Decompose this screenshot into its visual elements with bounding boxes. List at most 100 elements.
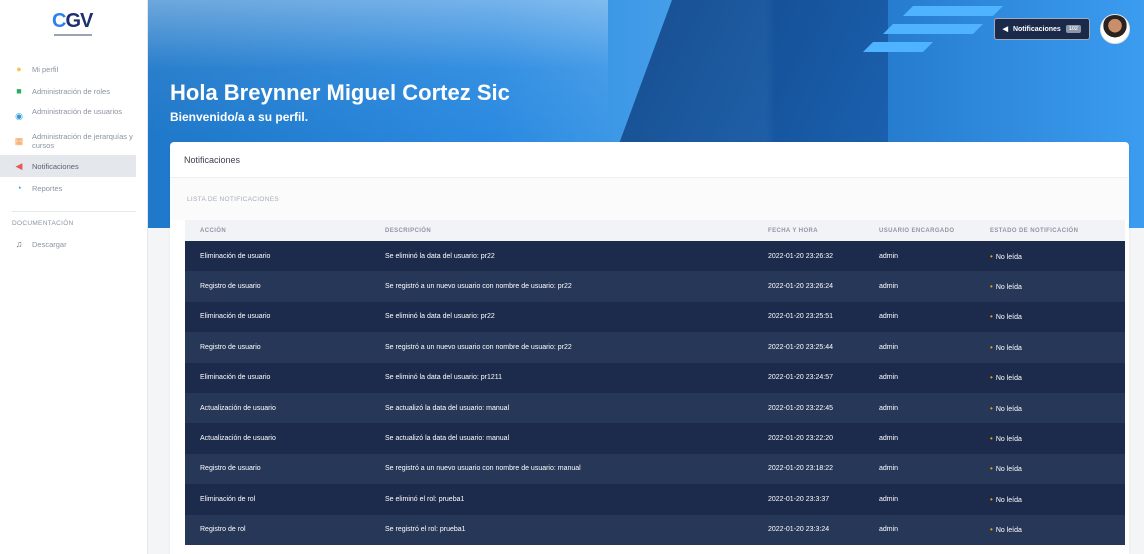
users-icon: ◉ (15, 111, 23, 121)
cell-usuario: admin (864, 453, 975, 485)
cell-fecha: 2022-01-20 23:3:37 (753, 484, 864, 515)
books-icon: ▦ (14, 136, 24, 146)
sidebar-item-descargar[interactable]: ♫ Descargar (12, 233, 136, 255)
chart-icon: ◔ (16, 183, 22, 193)
column-header-estado[interactable]: ESTADO DE NOTIFICACIÓN (975, 220, 1125, 241)
cell-descripcion: Se eliminó la data del usuario: pr22 (370, 301, 753, 333)
sidebar-item-usuarios[interactable]: ◉ Administración de usuarios (12, 102, 136, 127)
sidebar-item-reportes[interactable]: ◔ Reportes (12, 177, 136, 199)
cell-descripcion: Se eliminó el rol: prueba1 (370, 484, 753, 515)
notifications-label: Notificaciones (1012, 25, 1061, 33)
column-header-usuario[interactable]: USUARIO ENCARGADO (864, 220, 975, 241)
table-row[interactable]: Eliminación de usuario Se eliminó la data… (185, 301, 1125, 333)
sidebar-item-roles[interactable]: ■ Administración de roles (12, 80, 136, 102)
logo-mark: CGV (52, 10, 93, 32)
cell-descripcion: Se registró el rol: prueba1 (370, 514, 753, 545)
table-row[interactable]: Registro de usuario Se registró a un nuev… (185, 453, 1125, 485)
cell-usuario: admin (864, 514, 975, 545)
table-row[interactable]: Eliminación de rol Se eliminó el rol: pru… (185, 484, 1125, 515)
cell-accion: Registro de usuario (185, 453, 370, 485)
cell-estado: • No leída (975, 332, 1125, 363)
unread-dot-icon: • (990, 434, 993, 444)
status-badge: No leída (995, 284, 1022, 292)
cell-estado: • No leída (975, 514, 1125, 545)
page-subtitle: Bienvenido/a a su perfil. (170, 110, 309, 124)
cell-fecha: 2022-01-20 23:18:22 (753, 453, 864, 485)
cell-descripcion: Se actualizó la data del usuario: manual (370, 392, 753, 424)
cell-usuario: admin (864, 332, 975, 363)
table-header-row: ACCIÓN DESCRIPCIÓN FECHA Y HORA USUARIO … (185, 220, 1125, 241)
status-badge: No leída (995, 253, 1022, 261)
notifications-button[interactable]: ◀ Notificaciones 102 (993, 18, 1090, 40)
sidebar-divider (12, 211, 136, 212)
cell-fecha: 2022-01-20 23:24:57 (753, 362, 864, 393)
cell-estado: • No leída (975, 301, 1125, 333)
status-badge: No leída (995, 405, 1022, 413)
user-icon: ● (16, 64, 22, 74)
column-header-fecha[interactable]: FECHA Y HORA (753, 220, 864, 241)
cell-accion: Eliminación de usuario (185, 241, 370, 272)
list-section-title: LISTA DE NOTIFICACIONES (170, 178, 1129, 220)
logo-underline (54, 34, 92, 36)
page-title: Hola Breynner Miguel Cortez Sic (170, 80, 510, 105)
cell-estado: • No leída (975, 484, 1125, 515)
unread-dot-icon: • (990, 312, 993, 322)
sidebar-item-jerarquias[interactable]: ▦ Administración de jerarquías y cursos (12, 127, 136, 155)
table-row[interactable]: Registro de usuario Se registró a un nuev… (185, 271, 1125, 302)
table-row[interactable]: Registro de rol Se registró el rol: prueb… (185, 514, 1125, 545)
cell-estado: • No leída (975, 453, 1125, 485)
notifications-card: Notificaciones LISTA DE NOTIFICACIONES A… (170, 142, 1129, 554)
sidebar-item-label: Descargar (32, 239, 67, 249)
cell-fecha: 2022-01-20 23:25:44 (753, 332, 864, 363)
music-icon: ♫ (15, 239, 23, 249)
sidebar-item-label: Reportes (32, 183, 63, 193)
unread-dot-icon: • (990, 464, 993, 474)
unread-dot-icon: • (990, 282, 993, 292)
cell-fecha: 2022-01-20 23:26:32 (753, 241, 864, 272)
sidebar-item-label: Administración de usuarios (32, 107, 123, 116)
status-badge: No leída (995, 314, 1022, 322)
unread-dot-icon: • (990, 403, 993, 413)
table-row[interactable]: Eliminación de usuario Se eliminó la data… (185, 362, 1125, 393)
sidebar-section-title: DOCUMENTACIÓN (12, 220, 74, 227)
column-header-descripcion[interactable]: DESCRIPCIÓN (370, 220, 753, 241)
cell-fecha: 2022-01-20 23:22:45 (753, 392, 864, 424)
column-header-accion[interactable]: ACCIÓN (185, 220, 370, 241)
unread-dot-icon: • (990, 494, 993, 504)
table-row[interactable]: Actualización de usuario Se actualizó la … (185, 423, 1125, 454)
sidebar-item-notificaciones[interactable]: ◀ Notificaciones (0, 155, 136, 177)
app-logo[interactable]: CGV (52, 10, 96, 38)
status-badge: No leída (995, 466, 1022, 474)
status-badge: No leída (995, 436, 1022, 444)
unread-dot-icon: • (990, 251, 993, 261)
sidebar-item-mi-perfil[interactable]: ● Mi perfil (12, 58, 136, 80)
sidebar-nav: ● Mi perfil ■ Administración de roles ◉ … (0, 58, 136, 255)
roles-icon: ■ (16, 86, 22, 96)
sidebar-item-label: Notificaciones (32, 161, 79, 171)
status-badge: No leída (995, 344, 1022, 352)
cell-fecha: 2022-01-20 23:3:24 (753, 514, 864, 545)
cell-accion: Eliminación de rol (185, 484, 370, 515)
avatar[interactable] (1100, 14, 1130, 44)
cell-accion: Registro de usuario (185, 271, 370, 302)
cell-accion: Registro de usuario (185, 332, 370, 363)
cell-descripcion: Se registró a un nuevo usuario con nombr… (370, 271, 753, 302)
cell-fecha: 2022-01-20 23:26:24 (753, 271, 864, 302)
hero-stripe (903, 6, 1003, 16)
table-row[interactable]: Actualización de usuario Se actualizó la … (185, 392, 1125, 424)
cell-descripcion: Se registró a un nuevo usuario con nombr… (370, 332, 753, 363)
sidebar-item-label: Mi perfil (32, 64, 59, 74)
cell-estado: • No leída (975, 271, 1125, 302)
card-title: Notificaciones (170, 142, 1129, 178)
notifications-count-badge: 102 (1065, 25, 1081, 33)
cell-estado: • No leída (975, 423, 1125, 454)
table-row[interactable]: Eliminación de usuario Se eliminó la data… (185, 241, 1125, 272)
status-badge: No leída (995, 527, 1022, 535)
cell-accion: Eliminación de usuario (185, 362, 370, 393)
cell-usuario: admin (864, 423, 975, 454)
cell-accion: Actualización de usuario (185, 423, 370, 454)
status-badge: No leída (995, 496, 1022, 504)
cell-descripcion: Se actualizó la data del usuario: manual (370, 423, 753, 454)
notifications-table: ACCIÓN DESCRIPCIÓN FECHA Y HORA USUARIO … (185, 220, 1125, 545)
table-row[interactable]: Registro de usuario Se registró a un nuev… (185, 332, 1125, 363)
